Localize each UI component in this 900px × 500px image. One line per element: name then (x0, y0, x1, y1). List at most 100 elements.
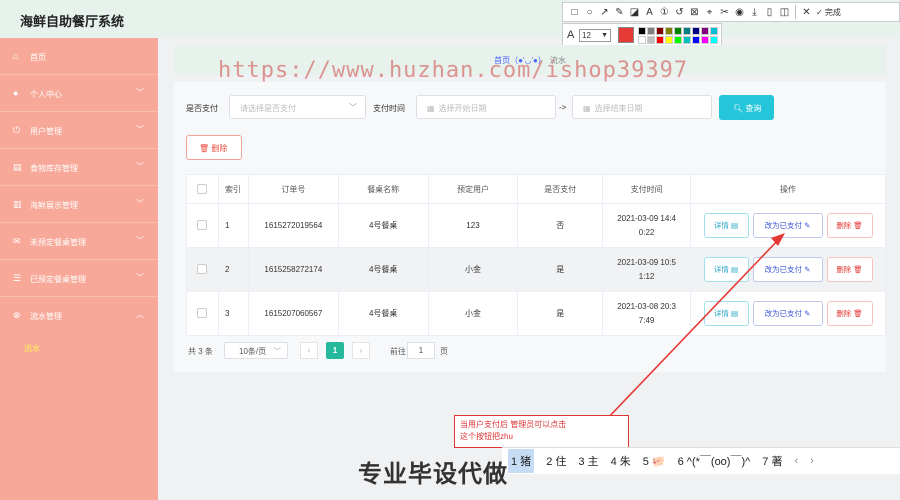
col-paid: 是否支付 (517, 174, 604, 204)
current-color-swatch[interactable] (618, 27, 634, 43)
color-swatch[interactable] (692, 36, 700, 44)
delete-row-button[interactable]: 删除 🗑 (826, 213, 873, 238)
sidebar: ⌂ 首页 ● 个人中心 ﹀ ⏻ 用户管理 ﹀ ▤ 食物库存管理 ﹀ ▥ 海鲜展示… (0, 38, 158, 500)
capture-icon[interactable]: ⌖ (702, 7, 717, 18)
color-swatch[interactable] (638, 27, 646, 35)
ime-candidate[interactable]: 4 朱 (611, 453, 631, 469)
color-swatch[interactable] (656, 27, 664, 35)
pen-tool-icon[interactable]: ✎ (612, 7, 627, 18)
paid-select[interactable]: 请选择是否支付 ﹀ (229, 95, 366, 119)
scissors-icon[interactable]: ✂ (717, 7, 732, 18)
time-part: 2021-03-09 10:5 (617, 257, 676, 267)
ime-candidate[interactable]: 7 著 (762, 453, 782, 469)
sidebar-item-users[interactable]: ⏻ 用户管理 ﹀ (0, 112, 158, 149)
close-icon[interactable]: ✕ (799, 7, 814, 18)
text-style-bar: A 12 ▼ (562, 23, 722, 47)
pin-icon[interactable]: ◫ (777, 7, 792, 18)
inventory-icon: ▤ (13, 162, 22, 172)
color-swatch[interactable] (665, 36, 673, 44)
color-swatch[interactable] (647, 36, 655, 44)
select-all-checkbox[interactable] (197, 184, 208, 194)
end-date-placeholder: 选择结束日期 (594, 104, 643, 113)
page-size-select[interactable]: 10条/页 ﹀ (224, 342, 288, 359)
prev-page-button[interactable]: ‹ (300, 342, 318, 359)
bulk-delete-button[interactable]: 🗑 删除 (186, 135, 242, 160)
color-swatch[interactable] (683, 27, 691, 35)
chevron-down-icon: ﹀ (136, 162, 144, 171)
text-tool-icon[interactable]: A (642, 7, 657, 18)
color-swatch[interactable] (647, 27, 655, 35)
mark-paid-button[interactable]: 改为已支付 ✎ (752, 213, 823, 238)
next-page-button[interactable]: › (352, 342, 370, 359)
cell-index: 1 (217, 203, 249, 248)
color-swatch[interactable] (692, 27, 700, 35)
number-tool-icon[interactable]: ① (657, 7, 672, 18)
download-icon[interactable]: ⤓ (747, 7, 762, 18)
record-icon[interactable]: ◉ (732, 7, 747, 18)
search-button[interactable]: 🔍︎ 查询 (719, 95, 774, 120)
mark-paid-button[interactable]: 改为已支付 ✎ (752, 257, 823, 282)
delete-row-button[interactable]: 删除 🗑 (826, 257, 873, 282)
chevron-left-icon[interactable]: ‹ (794, 455, 798, 467)
app-title: 海鲜自助餐厅系统 (20, 14, 125, 29)
callout-line: 这个按钮把zhu (460, 432, 513, 441)
sidebar-subitem-flow[interactable]: 流水 (24, 343, 40, 354)
color-swatch[interactable] (710, 36, 718, 44)
color-swatch[interactable] (674, 36, 682, 44)
done-button[interactable]: ✓ 完成 (814, 7, 841, 18)
color-swatch[interactable] (710, 27, 718, 35)
rectangle-tool-icon[interactable]: □ (567, 7, 582, 18)
color-swatch[interactable] (656, 36, 664, 44)
ellipse-tool-icon[interactable]: ○ (582, 7, 597, 18)
chevron-down-icon: ﹀ (136, 125, 144, 134)
col-user: 预定用户 (427, 174, 519, 204)
undo-icon[interactable]: ↺ (672, 7, 687, 18)
col-actions: 操作 (690, 174, 886, 204)
row-select-cell (186, 291, 219, 336)
chevron-left-icon: ‹ (307, 346, 311, 355)
marker-tool-icon[interactable]: ◪ (627, 7, 642, 18)
ime-candidate[interactable]: 2 住 (546, 453, 566, 469)
color-swatch[interactable] (683, 36, 691, 44)
annotation-callout[interactable]: 当用户支付后 管理员可以点击 这个按钮把zhu (454, 415, 629, 448)
sidebar-item-home[interactable]: ⌂ 首页 (0, 38, 158, 75)
row-checkbox[interactable] (197, 264, 208, 275)
bulk-delete-label: 删除 (211, 144, 228, 153)
sidebar-item-reserved[interactable]: ☰ 已预定餐桌管理 ﹀ (0, 260, 158, 297)
detail-button[interactable]: 详情 ▤ (703, 257, 749, 282)
color-swatch[interactable] (701, 27, 709, 35)
mosaic-icon[interactable]: ⊠ (687, 7, 702, 18)
sidebar-item-flow[interactable]: ⊗ 流水管理 ︿ (0, 297, 158, 334)
end-date-input[interactable]: ▦ 选择结束日期 (572, 95, 712, 119)
cell-actions: 详情 ▤ 改为已支付 ✎ 删除 🗑 (690, 203, 886, 248)
color-swatch[interactable] (665, 27, 673, 35)
goto-page-input[interactable]: 1 (407, 342, 435, 359)
arrow-tool-icon[interactable]: ↗ (597, 7, 612, 18)
sidebar-item-seafood[interactable]: ▥ 海鲜展示管理 ﹀ (0, 186, 158, 223)
ime-candidate[interactable]: 1 猪 (508, 449, 535, 473)
ime-candidate[interactable]: 5 🐖 (643, 455, 666, 468)
font-size-select[interactable]: 12 ▼ (579, 29, 611, 42)
sidebar-item-inventory[interactable]: ▤ 食物库存管理 ﹀ (0, 149, 158, 186)
promo-banner-text: 专业毕设代做 (358, 461, 508, 488)
phone-icon[interactable]: ▯ (762, 7, 777, 18)
row-checkbox[interactable] (197, 220, 208, 231)
ime-candidate[interactable]: 6 ^(*￣(oo)￣)^ (678, 453, 751, 469)
delete-row-button[interactable]: 删除 🗑 (826, 301, 873, 326)
col-table-name: 餐桌名称 (337, 174, 429, 204)
color-swatch[interactable] (674, 27, 682, 35)
ime-candidate[interactable]: 3 主 (578, 453, 598, 469)
cell-time: 2021-03-09 14:4 0:22 (602, 203, 691, 248)
color-swatch[interactable] (701, 36, 709, 44)
sidebar-item-profile[interactable]: ● 个人中心 ﹀ (0, 75, 158, 112)
color-swatch[interactable] (638, 36, 646, 44)
detail-button[interactable]: 详情 ▤ (703, 301, 749, 326)
sidebar-item-unreserved[interactable]: ✉ 未预定餐桌管理 ﹀ (0, 223, 158, 260)
page-number-current[interactable]: 1 (326, 342, 344, 359)
start-date-input[interactable]: ▦ 选择开始日期 (416, 95, 556, 119)
chevron-right-icon[interactable]: › (810, 455, 814, 467)
row-checkbox[interactable] (197, 308, 208, 319)
row-select-cell (186, 247, 219, 292)
detail-button[interactable]: 详情 ▤ (703, 213, 749, 238)
mark-paid-button[interactable]: 改为已支付 ✎ (752, 301, 823, 326)
